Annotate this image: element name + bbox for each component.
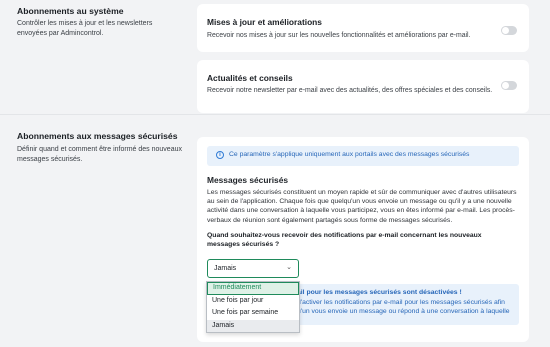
notification-question: Quand souhaitez-vous recevoir des notifi…: [207, 232, 482, 249]
messages-description: Les messages sécurisés constituent un mo…: [207, 189, 517, 224]
toggle-knob: [502, 82, 509, 89]
chevron-down-icon: ⌄: [286, 264, 292, 271]
secure-section-title: Abonnements aux messages sécurisés: [17, 131, 178, 141]
news-card-text: Recevoir notre newsletter par e-mail ave…: [207, 87, 493, 94]
toggle-knob: [502, 27, 509, 34]
info-banner: i Ce paramètre s'applique uniquement aux…: [207, 146, 519, 166]
notification-frequency-select[interactable]: Jamais ⌄: [207, 259, 299, 278]
option-never[interactable]: Jamais: [207, 319, 299, 332]
option-immediately[interactable]: Immédiatement: [207, 282, 299, 295]
warning-text: d'activer les notifications par e-mail p…: [297, 299, 510, 315]
news-toggle[interactable]: [501, 81, 517, 90]
secure-section-description: Définir quand et comment être informé de…: [17, 146, 182, 163]
news-card-title: Actualités et conseils: [207, 73, 293, 83]
info-banner-text: Ce paramètre s'applique uniquement aux p…: [229, 151, 470, 158]
system-section-title: Abonnements au système: [17, 6, 124, 16]
option-weekly[interactable]: Une fois par semaine: [207, 307, 299, 320]
messages-title: Messages sécurisés: [207, 175, 289, 185]
frequency-dropdown-menu: Immédiatement Une fois par jour Une fois…: [206, 281, 300, 333]
info-icon: i: [216, 151, 224, 159]
updates-card: Mises à jour et améliorations Recevoir n…: [197, 4, 529, 52]
select-value: Jamais: [214, 264, 237, 272]
updates-card-text: Recevoir nos mises à jour sur les nouvel…: [207, 32, 471, 39]
option-daily[interactable]: Une fois par jour: [207, 295, 299, 308]
updates-card-title: Mises à jour et améliorations: [207, 17, 322, 27]
news-card: Actualités et conseils Recevoir notre ne…: [197, 60, 529, 113]
section-divider: [0, 114, 550, 115]
system-section-description: Contrôler les mises à jour et les newsle…: [17, 20, 153, 37]
updates-toggle[interactable]: [501, 26, 517, 35]
warning-title: ail pour les messages sécurisés sont dés…: [297, 289, 462, 296]
